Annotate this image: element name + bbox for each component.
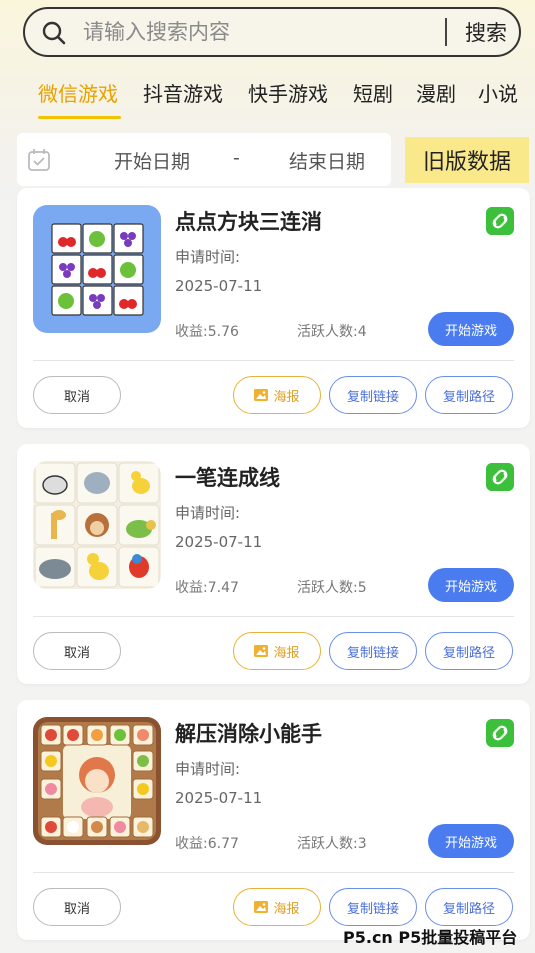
copy-link-button[interactable]: 复制链接 xyxy=(329,376,417,414)
tab-kuaishou-games[interactable]: 快手游戏 xyxy=(248,78,328,107)
start-game-button[interactable]: 开始游戏 xyxy=(428,312,514,346)
apply-date: 2025-07-11 xyxy=(175,533,263,551)
start-game-button[interactable]: 开始游戏 xyxy=(428,824,514,858)
income-value: 收益:6.77 xyxy=(175,836,239,852)
game-title: 一笔连成线 xyxy=(175,466,280,490)
tab-wechat-games[interactable]: 微信游戏 xyxy=(38,78,118,107)
category-tabs: 微信游戏 抖音游戏 快手游戏 短剧 漫剧 小说 xyxy=(0,78,535,122)
copy-path-button[interactable]: 复制路径 xyxy=(425,632,513,670)
date-range-picker[interactable]: 开始日期 - 结束日期 xyxy=(17,133,391,186)
game-card: 解压消除小能手 申请时间: 2025-07-11 收益:6.77 活跃人数:3 … xyxy=(17,700,530,940)
mini-program-link-icon[interactable] xyxy=(486,463,514,491)
card-divider xyxy=(33,360,514,361)
old-data-button[interactable]: 旧版数据 xyxy=(405,137,529,183)
tab-novel[interactable]: 小说 xyxy=(478,78,518,107)
poster-button[interactable]: 海报 xyxy=(233,632,321,670)
end-date-field[interactable]: 结束日期 xyxy=(289,147,365,174)
copy-path-button[interactable]: 复制路径 xyxy=(425,888,513,926)
game-card: 一笔连成线 申请时间: 2025-07-11 收益:7.47 活跃人数:5 开始… xyxy=(17,444,530,684)
image-icon xyxy=(254,389,269,401)
calendar-icon xyxy=(28,149,50,171)
search-divider xyxy=(445,18,447,46)
start-date-field[interactable]: 开始日期 xyxy=(114,147,190,174)
image-icon xyxy=(254,645,269,657)
apply-date: 2025-07-11 xyxy=(175,277,263,295)
game-thumbnail xyxy=(33,717,161,845)
copy-link-button[interactable]: 复制链接 xyxy=(329,632,417,670)
active-users-value: 活跃人数:5 xyxy=(297,580,367,596)
image-icon xyxy=(254,901,269,913)
apply-time-label: 申请时间: xyxy=(175,248,241,266)
poster-button[interactable]: 海报 xyxy=(233,888,321,926)
game-thumbnail xyxy=(33,461,161,589)
active-users-value: 活跃人数:3 xyxy=(297,836,367,852)
copy-path-button[interactable]: 复制路径 xyxy=(425,376,513,414)
date-separator: - xyxy=(233,147,240,169)
cancel-button[interactable]: 取消 xyxy=(33,376,121,414)
game-title: 解压消除小能手 xyxy=(175,722,322,746)
game-card: 点点方块三连消 申请时间: 2025-07-11 收益:5.76 活跃人数:4 … xyxy=(17,188,530,428)
poster-label: 海报 xyxy=(273,901,300,917)
start-game-button[interactable]: 开始游戏 xyxy=(428,568,514,602)
mini-program-link-icon[interactable] xyxy=(486,719,514,747)
watermark: P5.cn P5批量投稿平台 xyxy=(343,928,518,947)
poster-button[interactable]: 海报 xyxy=(233,376,321,414)
cancel-button[interactable]: 取消 xyxy=(33,632,121,670)
mini-program-link-icon[interactable] xyxy=(486,207,514,235)
poster-label: 海报 xyxy=(273,389,300,405)
tab-douyin-games[interactable]: 抖音游戏 xyxy=(143,78,223,107)
copy-link-button[interactable]: 复制链接 xyxy=(329,888,417,926)
tab-short-drama[interactable]: 短剧 xyxy=(353,78,393,107)
search-icon xyxy=(42,21,66,45)
game-thumbnail xyxy=(33,205,161,333)
apply-date: 2025-07-11 xyxy=(175,789,263,807)
apply-time-label: 申请时间: xyxy=(175,504,241,522)
card-divider xyxy=(33,872,514,873)
cancel-button[interactable]: 取消 xyxy=(33,888,121,926)
game-title: 点点方块三连消 xyxy=(175,210,322,234)
search-button[interactable]: 搜索 xyxy=(457,15,515,49)
search-input[interactable] xyxy=(83,17,443,47)
tab-comic-drama[interactable]: 漫剧 xyxy=(416,78,456,107)
income-value: 收益:7.47 xyxy=(175,580,239,596)
search-bar: 搜索 xyxy=(23,7,521,57)
apply-time-label: 申请时间: xyxy=(175,760,241,778)
poster-label: 海报 xyxy=(273,645,300,661)
card-divider xyxy=(33,616,514,617)
income-value: 收益:5.76 xyxy=(175,324,239,340)
active-tab-indicator xyxy=(38,116,121,119)
active-users-value: 活跃人数:4 xyxy=(297,324,367,340)
